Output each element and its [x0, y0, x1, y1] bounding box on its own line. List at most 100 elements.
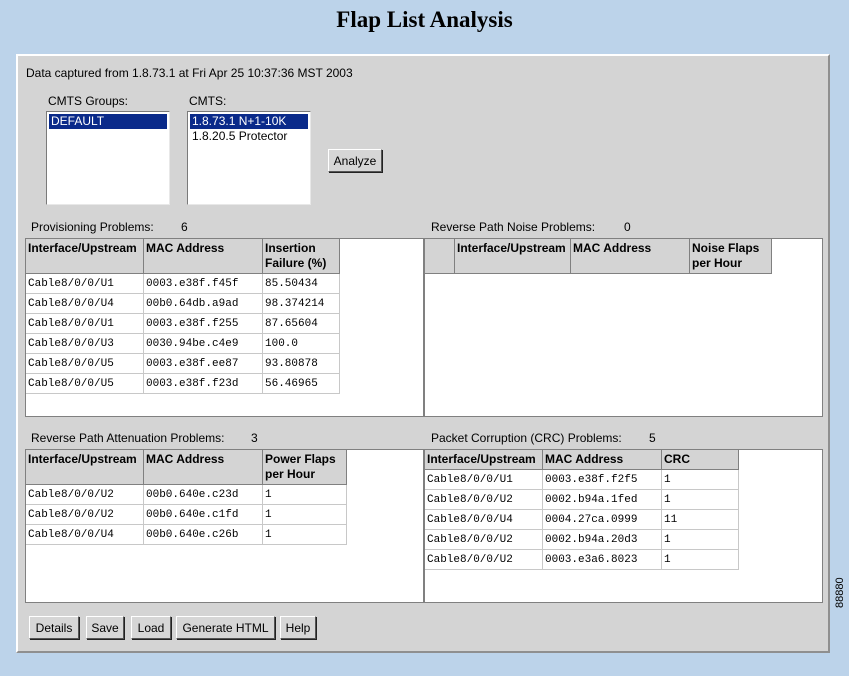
table-cell: 11: [661, 509, 739, 530]
table-row[interactable]: Cable8/0/0/U2 0003.e3a6.8023 1: [425, 549, 739, 570]
table-cell: Cable8/0/0/U1: [425, 469, 543, 490]
table-cell: 98.374214: [262, 293, 340, 314]
table-cell: 0003.e38f.ee87: [143, 353, 263, 374]
table-row[interactable]: Cable8/0/0/U2 0002.b94a.1fed 1: [425, 489, 739, 510]
table-row[interactable]: Cable8/0/0/U1 0003.e38f.f2f5 1: [425, 469, 739, 490]
table-cell: Cable8/0/0/U4: [26, 293, 144, 314]
figure-code: 88880: [834, 577, 846, 608]
provisioning-table-area[interactable]: Interface/Upstream MAC Address Insertion…: [25, 238, 424, 417]
column-header[interactable]: MAC Address: [143, 450, 263, 485]
cmts-list[interactable]: 1.8.73.1 N+1-10K 1.8.20.5 Protector: [187, 111, 311, 205]
crc-table-area[interactable]: Interface/Upstream MAC Address CRC Cable…: [424, 449, 823, 603]
table-cell: 0030.94be.c4e9: [143, 333, 263, 354]
help-button[interactable]: Help: [280, 616, 316, 639]
column-header[interactable]: MAC Address: [570, 239, 690, 274]
table-cell: 1: [661, 489, 739, 510]
table-cell: Cable8/0/0/U4: [425, 509, 543, 530]
column-header[interactable]: Interface/Upstream: [454, 239, 571, 274]
column-header[interactable]: Interface/Upstream: [425, 450, 543, 470]
table-cell: Cable8/0/0/U5: [26, 353, 144, 374]
save-button[interactable]: Save: [86, 616, 124, 639]
table-row[interactable]: Cable8/0/0/U5 0003.e38f.f23d 56.46965: [26, 373, 340, 394]
table-cell: 0003.e38f.f45f: [143, 273, 263, 294]
table-cell: 1: [262, 504, 347, 525]
page-title: Flap List Analysis: [336, 7, 513, 32]
provisioning-table: Interface/Upstream MAC Address Insertion…: [26, 239, 340, 394]
noise-table-area[interactable]: Interface/Upstream MAC Address Noise Fla…: [424, 238, 823, 417]
column-header[interactable]: Power Flaps per Hour: [262, 450, 347, 485]
table-cell: Cable8/0/0/U2: [26, 484, 144, 505]
table-row[interactable]: Cable8/0/0/U3 0030.94be.c4e9 100.0: [26, 333, 340, 354]
load-button[interactable]: Load: [131, 616, 171, 639]
column-header[interactable]: MAC Address: [143, 239, 263, 274]
table-cell: Cable8/0/0/U4: [26, 524, 144, 545]
capture-info: Data captured from 1.8.73.1 at Fri Apr 2…: [26, 66, 353, 80]
table-cell: 93.80878: [262, 353, 340, 374]
crc-table: Interface/Upstream MAC Address CRC Cable…: [425, 450, 739, 570]
table-cell: Cable8/0/0/U3: [26, 333, 144, 354]
table-cell: 1: [661, 469, 739, 490]
table-cell: 56.46965: [262, 373, 340, 394]
table-cell: 00b0.640e.c23d: [143, 484, 263, 505]
table-cell: 00b0.640e.c26b: [143, 524, 263, 545]
cmts-option[interactable]: 1.8.73.1 N+1-10K: [190, 114, 308, 129]
table-row[interactable]: Cable8/0/0/U4 00b0.640e.c26b 1: [26, 524, 347, 545]
table-cell: Cable8/0/0/U2: [425, 529, 543, 550]
table-cell: 1: [262, 484, 347, 505]
column-header[interactable]: MAC Address: [542, 450, 662, 470]
table-row[interactable]: Cable8/0/0/U5 0003.e38f.ee87 93.80878: [26, 353, 340, 374]
details-button[interactable]: Details: [29, 616, 79, 639]
generate-html-button[interactable]: Generate HTML: [176, 616, 275, 639]
cmts-label: CMTS:: [189, 94, 227, 108]
table-cell: 0003.e38f.f23d: [143, 373, 263, 394]
table-row[interactable]: Cable8/0/0/U4 00b0.64db.a9ad 98.374214: [26, 293, 340, 314]
cmts-group-option[interactable]: DEFAULT: [49, 114, 167, 129]
table-row[interactable]: Cable8/0/0/U2 00b0.640e.c23d 1: [26, 484, 347, 505]
table-cell: 1: [661, 549, 739, 570]
column-header[interactable]: CRC: [661, 450, 739, 470]
noise-problems-label: Reverse Path Noise Problems:: [431, 220, 596, 234]
noise-problems-count: 0: [624, 220, 631, 234]
provisioning-problems-count: 6: [181, 220, 188, 234]
flap-list-panel: Data captured from 1.8.73.1 at Fri Apr 2…: [16, 54, 830, 653]
column-header[interactable]: Insertion Failure (%): [262, 239, 340, 274]
table-row[interactable]: Cable8/0/0/U2 00b0.640e.c1fd 1: [26, 504, 347, 525]
table-cell: 0003.e38f.f2f5: [542, 469, 662, 490]
table-cell: Cable8/0/0/U2: [26, 504, 144, 525]
table-row[interactable]: Cable8/0/0/U2 0002.b94a.20d3 1: [425, 529, 739, 550]
attenuation-problems-label: Reverse Path Attenuation Problems:: [31, 431, 225, 445]
attenuation-table: Interface/Upstream MAC Address Power Fla…: [26, 450, 347, 545]
table-cell: Cable8/0/0/U5: [26, 373, 144, 394]
attenuation-problems-count: 3: [251, 431, 258, 445]
table-cell: 100.0: [262, 333, 340, 354]
column-header[interactable]: Interface/Upstream: [26, 239, 144, 274]
table-cell: 0002.b94a.1fed: [542, 489, 662, 510]
table-cell: 1: [661, 529, 739, 550]
crc-problems-label: Packet Corruption (CRC) Problems:: [431, 431, 622, 445]
table-row[interactable]: Cable8/0/0/U1 0003.e38f.f45f 85.50434: [26, 273, 340, 294]
attenuation-table-area[interactable]: Interface/Upstream MAC Address Power Fla…: [25, 449, 424, 603]
noise-table: Interface/Upstream MAC Address Noise Fla…: [425, 239, 772, 274]
table-cell: 00b0.640e.c1fd: [143, 504, 263, 525]
table-cell: Cable8/0/0/U2: [425, 549, 543, 570]
table-cell: 0004.27ca.0999: [542, 509, 662, 530]
column-header[interactable]: Noise Flaps per Hour: [689, 239, 772, 274]
table-cell: Cable8/0/0/U1: [26, 313, 144, 334]
table-row[interactable]: Cable8/0/0/U1 0003.e38f.f255 87.65604: [26, 313, 340, 334]
table-cell: 87.65604: [262, 313, 340, 334]
table-cell: Cable8/0/0/U2: [425, 489, 543, 510]
table-cell: 00b0.64db.a9ad: [143, 293, 263, 314]
cmts-option[interactable]: 1.8.20.5 Protector: [190, 129, 308, 144]
provisioning-problems-label: Provisioning Problems:: [31, 220, 154, 234]
column-header[interactable]: Interface/Upstream: [26, 450, 144, 485]
table-cell: 0003.e38f.f255: [143, 313, 263, 334]
cmts-groups-label: CMTS Groups:: [48, 94, 129, 108]
table-row[interactable]: Cable8/0/0/U4 0004.27ca.0999 11: [425, 509, 739, 530]
table-cell: 1: [262, 524, 347, 545]
column-header[interactable]: [425, 239, 455, 274]
table-cell: Cable8/0/0/U1: [26, 273, 144, 294]
analyze-button[interactable]: Analyze: [328, 149, 382, 172]
cmts-groups-list[interactable]: DEFAULT: [46, 111, 170, 205]
table-cell: 0003.e3a6.8023: [542, 549, 662, 570]
table-cell: 0002.b94a.20d3: [542, 529, 662, 550]
